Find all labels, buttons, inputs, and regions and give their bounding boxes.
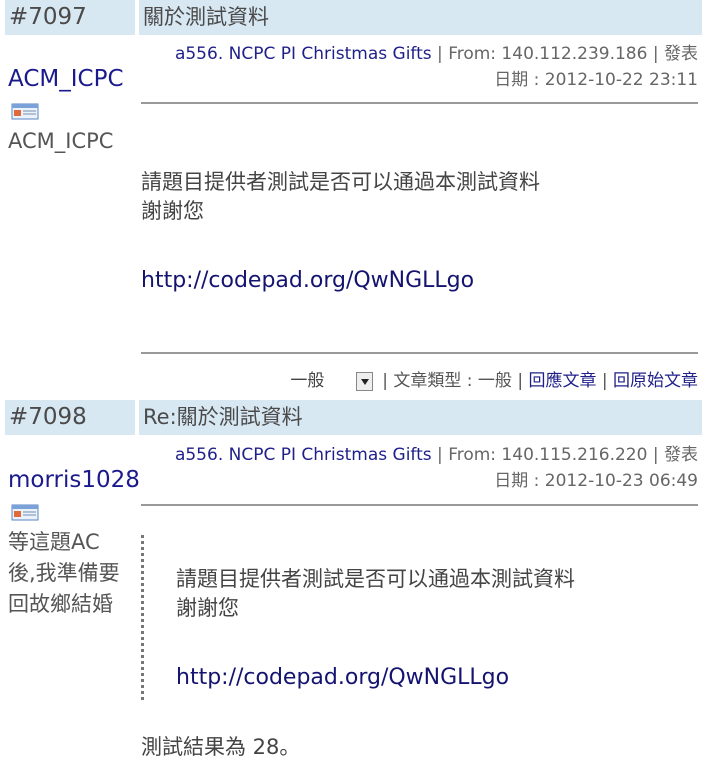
meta-separator: | bbox=[437, 445, 449, 465]
meta-date: 日期 : 2012-10-22 23:11 bbox=[494, 70, 698, 90]
quote-body: 請題目提供者測試是否可以通過本測試資料 謝謝您 http://codepad.o… bbox=[176, 565, 575, 692]
problem-link[interactable]: a556. NCPC PI Christmas Gifts bbox=[175, 44, 432, 64]
meta-separator: | bbox=[652, 44, 664, 64]
post-actions: 一般 | 文章類型 : 一般 | 回應文章 | 回原始文章 bbox=[286, 367, 698, 395]
reply-text: 測試結果為 28。 bbox=[141, 735, 301, 759]
body-line: 請題目提供者測試是否可以通過本測試資料 bbox=[141, 170, 540, 194]
divider bbox=[141, 352, 698, 354]
author-signature: 等這題AC 後,我準備要 回故鄉結婚 bbox=[8, 527, 143, 620]
codepad-link[interactable]: http://codepad.org/QwNGLLgo bbox=[141, 268, 474, 293]
divider bbox=[141, 102, 698, 104]
meta-from: From: 140.112.239.186 bbox=[448, 44, 648, 64]
problem-link[interactable]: a556. NCPC PI Christmas Gifts bbox=[175, 445, 432, 465]
category-select[interactable]: 一般 bbox=[290, 367, 373, 395]
signature-line: 後,我準備要 bbox=[8, 561, 120, 585]
post-number: #7098 bbox=[5, 400, 135, 435]
post-meta: a556. NCPC PI Christmas Gifts | From: 14… bbox=[138, 442, 698, 494]
message-card-icon[interactable] bbox=[10, 101, 40, 121]
author-signature: ACM_ICPC bbox=[8, 129, 114, 153]
post-7098: #7098 Re:關於測試資料 morris1028 等這題AC 後,我準備要 … bbox=[0, 400, 708, 771]
actions-separator: | bbox=[517, 371, 529, 391]
author-name[interactable]: ACM_ICPC bbox=[8, 66, 124, 92]
article-type: 文章類型 : 一般 bbox=[393, 371, 512, 391]
meta-posted-label: 發表 bbox=[664, 44, 698, 64]
post-number: #7097 bbox=[5, 0, 135, 35]
post-7097: #7097 關於測試資料 ACM_ICPC ACM_ICPC a556. NCP… bbox=[0, 0, 708, 400]
original-post-link[interactable]: 回原始文章 bbox=[613, 371, 698, 391]
meta-separator: | bbox=[652, 445, 664, 465]
dropdown-arrow-icon[interactable] bbox=[355, 371, 373, 391]
author-name[interactable]: morris1028 bbox=[8, 467, 140, 493]
divider bbox=[141, 504, 698, 506]
post-body: 請題目提供者測試是否可以通過本測試資料 謝謝您 http://codepad.o… bbox=[141, 168, 540, 295]
post-meta: a556. NCPC PI Christmas Gifts | From: 14… bbox=[138, 41, 698, 93]
body-line: 謝謝您 bbox=[141, 199, 204, 223]
actions-separator: | bbox=[601, 371, 613, 391]
reply-link[interactable]: 回應文章 bbox=[528, 371, 596, 391]
quoted-message: 請題目提供者測試是否可以通過本測試資料 謝謝您 http://codepad.o… bbox=[141, 535, 684, 700]
quote-line: 謝謝您 bbox=[176, 596, 239, 620]
message-card-icon[interactable] bbox=[10, 502, 40, 522]
meta-date: 日期 : 2012-10-23 06:49 bbox=[494, 471, 698, 491]
signature-line: 等這題AC bbox=[8, 530, 100, 554]
post-title: Re:關於測試資料 bbox=[139, 400, 702, 435]
quote-line: 請題目提供者測試是否可以通過本測試資料 bbox=[176, 567, 575, 591]
signature-line: 回故鄉結婚 bbox=[8, 592, 113, 616]
meta-from: From: 140.115.216.220 bbox=[448, 445, 648, 465]
meta-separator: | bbox=[437, 44, 449, 64]
category-select-value: 一般 bbox=[290, 371, 325, 391]
codepad-link[interactable]: http://codepad.org/QwNGLLgo bbox=[176, 665, 509, 690]
post-title: 關於測試資料 bbox=[139, 0, 702, 35]
actions-separator: | bbox=[382, 371, 394, 391]
meta-posted-label: 發表 bbox=[664, 445, 698, 465]
